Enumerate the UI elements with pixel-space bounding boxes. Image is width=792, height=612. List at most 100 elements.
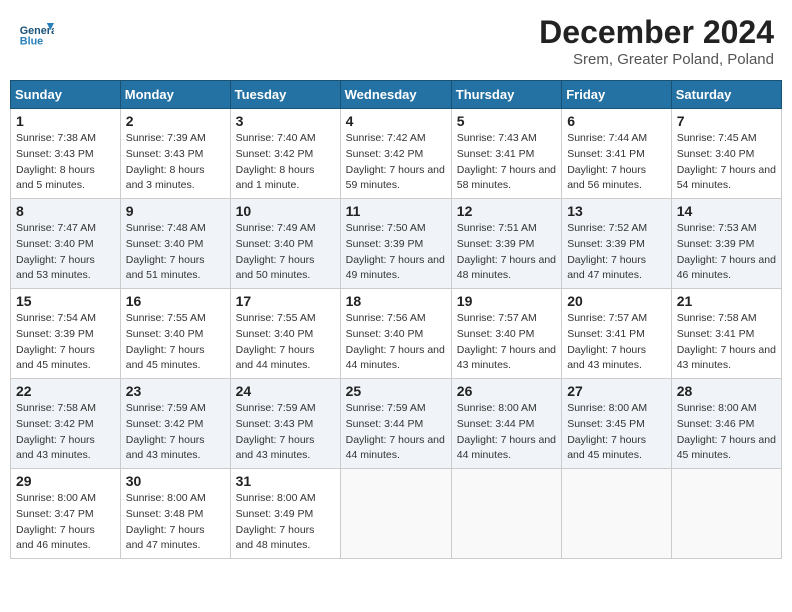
day-info: Sunrise: 8:00 AMSunset: 3:49 PMDaylight:… <box>236 491 335 554</box>
calendar-week-3: 15Sunrise: 7:54 AMSunset: 3:39 PMDayligh… <box>11 289 782 379</box>
day-info: Sunrise: 7:57 AMSunset: 3:41 PMDaylight:… <box>567 311 666 374</box>
day-number: 3 <box>236 113 335 129</box>
calendar-cell: 2 Sunrise: 7:39 AMSunset: 3:43 PMDaylight… <box>120 109 230 199</box>
day-number: 31 <box>236 473 335 489</box>
day-info: Sunrise: 8:00 AMSunset: 3:46 PMDaylight:… <box>677 401 776 464</box>
calendar-cell: 15Sunrise: 7:54 AMSunset: 3:39 PMDayligh… <box>11 289 121 379</box>
calendar-week-4: 22Sunrise: 7:58 AMSunset: 3:42 PMDayligh… <box>11 379 782 469</box>
calendar-cell: 17Sunrise: 7:55 AMSunset: 3:40 PMDayligh… <box>230 289 340 379</box>
title-section: December 2024 Srem, Greater Poland, Pola… <box>539 14 774 68</box>
calendar-cell: 23Sunrise: 7:59 AMSunset: 3:42 PMDayligh… <box>120 379 230 469</box>
day-number: 28 <box>677 383 776 399</box>
day-number: 5 <box>457 113 556 129</box>
calendar-cell: 8 Sunrise: 7:47 AMSunset: 3:40 PMDaylight… <box>11 199 121 289</box>
col-monday: Monday <box>120 81 230 109</box>
day-number: 21 <box>677 293 776 309</box>
day-info: Sunrise: 7:48 AMSunset: 3:40 PMDaylight:… <box>126 221 225 284</box>
day-number: 9 <box>126 203 225 219</box>
day-info: Sunrise: 7:58 AMSunset: 3:42 PMDaylight:… <box>16 401 115 464</box>
day-number: 30 <box>126 473 225 489</box>
day-number: 26 <box>457 383 556 399</box>
day-info: Sunrise: 7:55 AMSunset: 3:40 PMDaylight:… <box>126 311 225 374</box>
day-number: 25 <box>346 383 446 399</box>
day-number: 18 <box>346 293 446 309</box>
col-sunday: Sunday <box>11 81 121 109</box>
day-number: 20 <box>567 293 666 309</box>
calendar-cell: 27 Sunrise: 8:00 AMSunset: 3:45 PMDayligh… <box>562 379 672 469</box>
calendar-cell: 14 Sunrise: 7:53 AMSunset: 3:39 PMDayligh… <box>671 199 781 289</box>
day-info: Sunrise: 7:54 AMSunset: 3:39 PMDaylight:… <box>16 311 115 374</box>
col-wednesday: Wednesday <box>340 81 451 109</box>
day-info: Sunrise: 7:55 AMSunset: 3:40 PMDaylight:… <box>236 311 335 374</box>
calendar-cell: 5 Sunrise: 7:43 AMSunset: 3:41 PMDaylight… <box>451 109 561 199</box>
day-number: 2 <box>126 113 225 129</box>
col-saturday: Saturday <box>671 81 781 109</box>
calendar-cell: 30 Sunrise: 8:00 AMSunset: 3:48 PMDayligh… <box>120 469 230 559</box>
calendar-cell: 4 Sunrise: 7:42 AMSunset: 3:42 PMDaylight… <box>340 109 451 199</box>
day-info: Sunrise: 7:52 AMSunset: 3:39 PMDaylight:… <box>567 221 666 284</box>
col-friday: Friday <box>562 81 672 109</box>
day-number: 10 <box>236 203 335 219</box>
day-number: 16 <box>126 293 225 309</box>
calendar-cell: 29 Sunrise: 8:00 AMSunset: 3:47 PMDayligh… <box>11 469 121 559</box>
day-info: Sunrise: 7:38 AMSunset: 3:43 PMDaylight:… <box>16 131 115 194</box>
calendar-week-1: 1 Sunrise: 7:38 AMSunset: 3:43 PMDaylight… <box>11 109 782 199</box>
day-info: Sunrise: 7:42 AMSunset: 3:42 PMDaylight:… <box>346 131 446 194</box>
page-header: General Blue December 2024 Srem, Greater… <box>10 10 782 72</box>
day-info: Sunrise: 7:50 AMSunset: 3:39 PMDaylight:… <box>346 221 446 284</box>
day-number: 14 <box>677 203 776 219</box>
calendar-cell: 21 Sunrise: 7:58 AMSunset: 3:41 PMDayligh… <box>671 289 781 379</box>
day-info: Sunrise: 7:56 AMSunset: 3:40 PMDaylight:… <box>346 311 446 374</box>
day-info: Sunrise: 8:00 AMSunset: 3:48 PMDaylight:… <box>126 491 225 554</box>
day-number: 4 <box>346 113 446 129</box>
day-info: Sunrise: 7:57 AMSunset: 3:40 PMDaylight:… <box>457 311 556 374</box>
day-info: Sunrise: 8:00 AMSunset: 3:45 PMDaylight:… <box>567 401 666 464</box>
calendar-cell <box>451 469 561 559</box>
calendar-cell: 11 Sunrise: 7:50 AMSunset: 3:39 PMDayligh… <box>340 199 451 289</box>
day-number: 24 <box>236 383 335 399</box>
calendar-cell: 3 Sunrise: 7:40 AMSunset: 3:42 PMDaylight… <box>230 109 340 199</box>
calendar-cell: 24Sunrise: 7:59 AMSunset: 3:43 PMDayligh… <box>230 379 340 469</box>
day-number: 23 <box>126 383 225 399</box>
day-number: 11 <box>346 203 446 219</box>
calendar-cell: 1 Sunrise: 7:38 AMSunset: 3:43 PMDaylight… <box>11 109 121 199</box>
month-title: December 2024 <box>539 14 774 51</box>
day-info: Sunrise: 7:45 AMSunset: 3:40 PMDaylight:… <box>677 131 776 194</box>
day-number: 29 <box>16 473 115 489</box>
calendar-cell: 28 Sunrise: 8:00 AMSunset: 3:46 PMDayligh… <box>671 379 781 469</box>
day-number: 13 <box>567 203 666 219</box>
day-info: Sunrise: 7:43 AMSunset: 3:41 PMDaylight:… <box>457 131 556 194</box>
calendar-cell: 22Sunrise: 7:58 AMSunset: 3:42 PMDayligh… <box>11 379 121 469</box>
calendar-table: Sunday Monday Tuesday Wednesday Thursday… <box>10 80 782 559</box>
day-info: Sunrise: 7:44 AMSunset: 3:41 PMDaylight:… <box>567 131 666 194</box>
day-number: 1 <box>16 113 115 129</box>
day-info: Sunrise: 7:40 AMSunset: 3:42 PMDaylight:… <box>236 131 335 194</box>
day-info: Sunrise: 8:00 AMSunset: 3:47 PMDaylight:… <box>16 491 115 554</box>
calendar-cell: 10Sunrise: 7:49 AMSunset: 3:40 PMDayligh… <box>230 199 340 289</box>
day-info: Sunrise: 7:47 AMSunset: 3:40 PMDaylight:… <box>16 221 115 284</box>
calendar-cell <box>671 469 781 559</box>
day-info: Sunrise: 7:39 AMSunset: 3:43 PMDaylight:… <box>126 131 225 194</box>
calendar-cell: 7Sunrise: 7:45 AMSunset: 3:40 PMDaylight… <box>671 109 781 199</box>
day-info: Sunrise: 7:53 AMSunset: 3:39 PMDaylight:… <box>677 221 776 284</box>
calendar-cell: 12Sunrise: 7:51 AMSunset: 3:39 PMDayligh… <box>451 199 561 289</box>
calendar-cell: 13 Sunrise: 7:52 AMSunset: 3:39 PMDayligh… <box>562 199 672 289</box>
calendar-cell: 19 Sunrise: 7:57 AMSunset: 3:40 PMDayligh… <box>451 289 561 379</box>
day-info: Sunrise: 7:58 AMSunset: 3:41 PMDaylight:… <box>677 311 776 374</box>
calendar-week-2: 8 Sunrise: 7:47 AMSunset: 3:40 PMDaylight… <box>11 199 782 289</box>
calendar-cell: 6Sunrise: 7:44 AMSunset: 3:41 PMDaylight… <box>562 109 672 199</box>
day-info: Sunrise: 7:59 AMSunset: 3:44 PMDaylight:… <box>346 401 446 464</box>
day-number: 8 <box>16 203 115 219</box>
day-number: 12 <box>457 203 556 219</box>
calendar-cell <box>562 469 672 559</box>
location: Srem, Greater Poland, Poland <box>539 51 774 68</box>
calendar-header-row: Sunday Monday Tuesday Wednesday Thursday… <box>11 81 782 109</box>
calendar-cell: 18 Sunrise: 7:56 AMSunset: 3:40 PMDayligh… <box>340 289 451 379</box>
logo-icon: General Blue <box>18 14 54 50</box>
day-info: Sunrise: 8:00 AMSunset: 3:44 PMDaylight:… <box>457 401 556 464</box>
day-number: 19 <box>457 293 556 309</box>
day-number: 27 <box>567 383 666 399</box>
calendar-cell: 31 Sunrise: 8:00 AMSunset: 3:49 PMDayligh… <box>230 469 340 559</box>
svg-text:Blue: Blue <box>20 36 43 48</box>
col-thursday: Thursday <box>451 81 561 109</box>
